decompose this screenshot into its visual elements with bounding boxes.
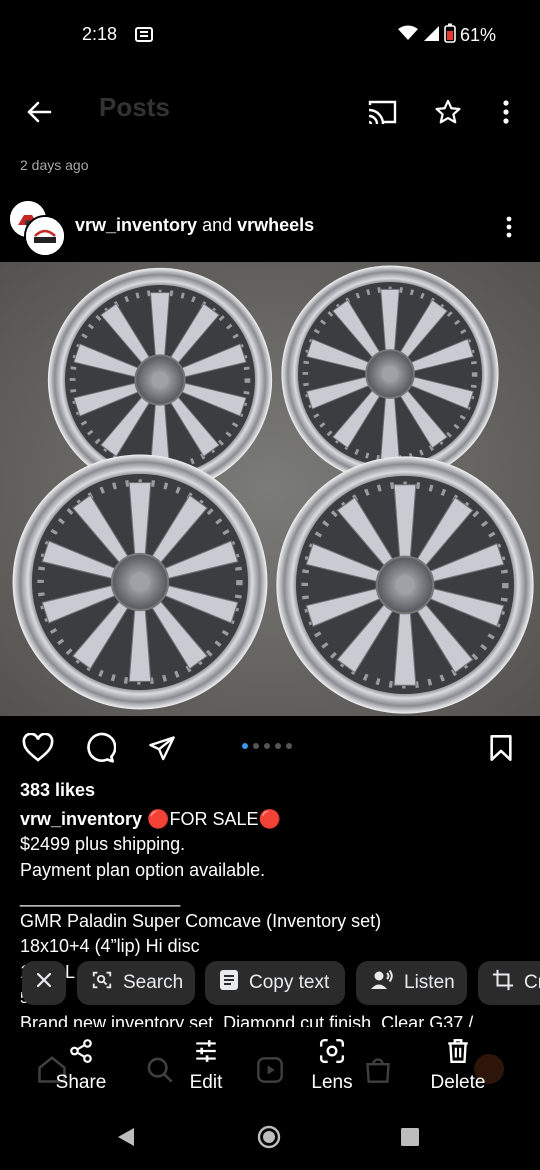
author-joiner: and [202,215,233,235]
caption-divider: ________________ [20,887,181,907]
caption-line: 18x10+4 (4”lip) Hi disc [20,936,200,956]
copy-text-chip-label: Copy text [249,972,330,993]
more-vertical-icon[interactable] [494,96,518,128]
share-send-icon[interactable] [145,732,179,764]
listen-chip-label: Listen [404,972,455,993]
search-chip-label: Search [123,972,184,993]
close-selection-button[interactable] [22,961,66,1005]
delete-button[interactable]: Delete [418,1038,498,1094]
lens-label: Lens [311,1072,353,1093]
status-time: 2:18 [82,24,118,44]
google-lens-icon [319,1038,345,1070]
speaker-person-icon [370,969,394,997]
share-button[interactable]: Share [41,1038,121,1094]
share-label: Share [55,1072,107,1093]
crop-chip-label: Cr [524,972,540,993]
avatar-secondary[interactable] [24,215,66,257]
wifi-icon [398,25,418,46]
comment-icon[interactable] [83,732,117,764]
caption-line: Payment plan option available. [20,860,266,880]
status-bar: 2:18 61% [0,0,540,70]
author-primary-link[interactable]: vrw_inventory [75,215,197,235]
close-icon [35,971,53,995]
carousel-dot [242,743,248,749]
caption-first-line: vrw_inventory 🔴FOR SALE🔴 [20,807,281,832]
caption-line: $2499 plus shipping. [20,834,186,854]
copy-text-chip[interactable]: Copy text [205,961,345,1005]
search-chip[interactable]: Search [77,961,195,1005]
like-heart-icon[interactable] [21,732,55,764]
lens-button[interactable]: Lens [292,1038,372,1094]
post-more-icon[interactable] [497,214,521,240]
share-nodes-icon [68,1038,94,1070]
edit-button[interactable]: Edit [166,1038,246,1094]
system-nav-bar [0,1100,540,1170]
text-document-icon [219,969,239,997]
author-secondary-link[interactable]: vrwheels [237,215,314,235]
battery-icon [444,23,456,48]
status-indicators: 61% [398,23,496,48]
likes-count[interactable]: 383 likes [20,780,95,801]
nav-back-icon[interactable] [116,1126,136,1153]
delete-label: Delete [430,1072,486,1093]
carousel-indicator [242,743,292,749]
notification-icon [135,27,153,48]
carousel-dot [253,743,259,749]
crop-icon [492,969,514,997]
caption-line: GMR Paladin Super Comcave (Inventory set… [20,911,382,931]
page-title: Posts [99,92,170,122]
star-icon[interactable] [432,96,464,128]
caption-title: 🔴FOR SALE🔴 [147,809,281,829]
post-time-ago: 2 days ago [20,157,89,173]
carousel-dot [264,743,270,749]
bookmark-icon[interactable] [486,732,516,764]
battery-percent: 61% [460,25,497,45]
nav-recents-icon[interactable] [400,1127,420,1152]
listen-chip[interactable]: Listen [356,961,467,1005]
signal-icon [422,24,440,47]
carousel-dot [275,743,281,749]
nav-home-icon[interactable] [257,1125,281,1154]
back-arrow-icon[interactable] [22,95,56,129]
cast-icon[interactable] [364,96,400,128]
carousel-dot [286,743,292,749]
edit-label: Edit [189,1072,223,1093]
post-image[interactable] [0,262,540,716]
post-authors: vrw_inventory and vrwheels [75,215,314,236]
trash-icon [446,1038,470,1070]
reels-icon [256,1056,284,1089]
caption-line: Brand new inventory set. Diamond cut fin… [20,1013,474,1027]
lens-search-icon [91,969,113,997]
caption-username[interactable]: vrw_inventory [20,809,142,829]
tune-sliders-icon [193,1038,219,1070]
crop-chip[interactable]: Cr [478,961,540,1005]
